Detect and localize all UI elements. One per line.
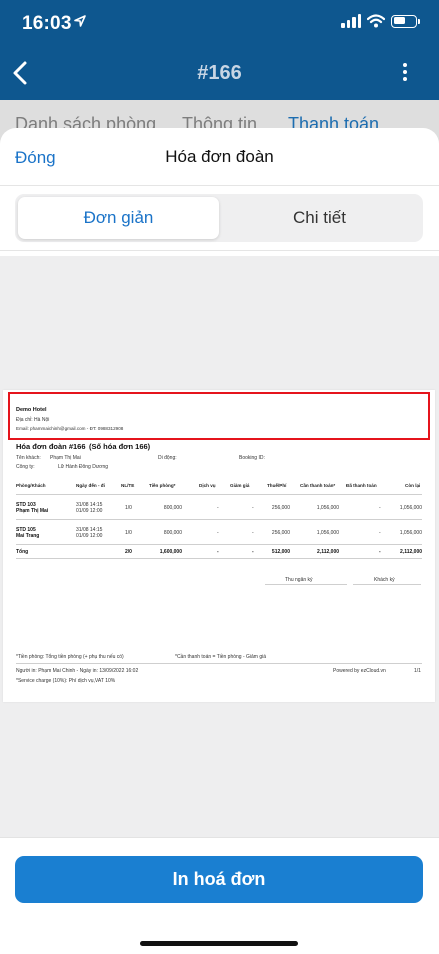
cashier-signature-label: Thu ngân ký [285, 577, 313, 583]
invoice-sheet: Đóng Hóa đơn đoàn Đơn giản Chi tiết Demo… [0, 128, 439, 954]
wifi-icon [367, 14, 385, 28]
invoice-title: Hóa đơn đoàn #166 [16, 442, 86, 451]
total-cell: - [217, 549, 219, 555]
table-cell: 800,000 [163, 505, 182, 511]
invoice-document: Demo Hotel Địa chỉ: Hà Nội Email: phamma… [3, 390, 435, 702]
table-cell: - [379, 505, 381, 511]
table-cell: 1,056,000 [399, 530, 422, 536]
col-header: Thuế/Phí [267, 483, 287, 488]
phone-label: Di động: [158, 455, 177, 461]
booking-label: Booking ID: [239, 455, 265, 461]
col-header: Đã thanh toán [346, 483, 377, 488]
nav-title: #166 [197, 62, 242, 84]
printed-by: Người in: Phạm Mai Chinh - Ngày in: 13/0… [16, 668, 139, 674]
table-cell: 1/0 [125, 530, 132, 536]
table-rule [16, 558, 422, 559]
cellular-signal-icon [341, 14, 361, 28]
table-cell: 800,000 [163, 530, 182, 536]
table-cell: 1,056,000 [399, 505, 422, 511]
note-amount-due: *Cần thanh toán = Tiền phòng - Giảm giá [175, 654, 267, 660]
total-label: Tổng [16, 549, 29, 555]
table-cell: 256,000 [271, 530, 290, 536]
total-cell: 512,000 [271, 549, 290, 555]
table-cell: - [252, 505, 254, 511]
highlight-box [8, 392, 430, 440]
col-header: Ngày đến - đi [76, 483, 105, 488]
total-cell: 1,600,000 [159, 549, 182, 555]
footer-rule [16, 663, 422, 664]
total-cell: - [252, 549, 254, 555]
location-arrow-icon [74, 15, 86, 27]
signature-line [265, 584, 347, 585]
signature-line [353, 584, 421, 585]
col-header: Giảm giá [230, 483, 250, 488]
table-cell: - [217, 530, 219, 536]
table-cell: - [252, 530, 254, 536]
table-rule [16, 544, 422, 545]
table-rule [16, 519, 422, 520]
divider [0, 837, 439, 838]
total-cell: 2,112,000 [317, 549, 339, 555]
note-room-charge: *Tiền phòng: Tổng tiền phòng (+ phụ thu … [16, 654, 124, 660]
guest-signature-label: Khách ký [374, 577, 395, 583]
status-bar: 16:03 [0, 0, 439, 48]
col-header: Tiền phòng* [149, 483, 176, 488]
powered-by: Powered by ezCloud.vn [333, 668, 386, 674]
view-mode-segmented-control: Đơn giản Chi tiết [15, 194, 423, 242]
table-cell: 01/09 12:00 [76, 508, 103, 514]
divider [0, 185, 439, 186]
home-indicator [140, 941, 298, 946]
col-header: Dịch vụ [199, 483, 216, 488]
divider [0, 250, 439, 251]
col-header: Còn lại [405, 483, 421, 488]
guest-label: Tên khách: [16, 455, 41, 461]
table-cell: 1,056,000 [316, 530, 339, 536]
table-cell: - [217, 505, 219, 511]
page-number: 1/1 [414, 668, 421, 674]
total-cell: 2/0 [125, 549, 132, 555]
status-time: 16:03 [22, 13, 72, 34]
company-label: Công ty: [16, 464, 35, 470]
guest-name: Phạm Thị Mai [50, 455, 81, 461]
battery-level [393, 17, 405, 24]
table-cell: 256,000 [271, 505, 290, 511]
table-cell: Phạm Thị Mai [16, 508, 49, 514]
table-rule [16, 494, 422, 495]
table-cell: Mai Trang [16, 533, 40, 539]
table-cell: 1,056,000 [316, 505, 339, 511]
segment-detail[interactable]: Chi tiết [219, 197, 420, 239]
more-options-icon[interactable] [403, 63, 407, 83]
sheet-title: Hóa đơn đoàn [165, 147, 274, 166]
segment-simple[interactable]: Đơn giản [18, 197, 219, 239]
col-header: NL/TE [121, 483, 135, 488]
col-header: Cần thanh toán* [300, 483, 336, 488]
print-invoice-button[interactable]: In hoá đơn [15, 856, 423, 903]
col-header: Phòng/Khách [16, 483, 46, 488]
company-name: Lữ Hành Đông Dương [58, 464, 108, 470]
table-cell: - [379, 530, 381, 536]
service-charge-note: *Service charge (10%): Phí dịch vụ,VAT 1… [16, 678, 116, 684]
table-cell: 01/09 12:00 [76, 533, 103, 539]
table-cell: 1/0 [125, 505, 132, 511]
total-cell: - [379, 549, 381, 555]
total-cell: 2,112,000 [400, 549, 422, 555]
invoice-number: (Số hóa đơn 166) [89, 442, 151, 451]
battery-icon [391, 14, 420, 28]
